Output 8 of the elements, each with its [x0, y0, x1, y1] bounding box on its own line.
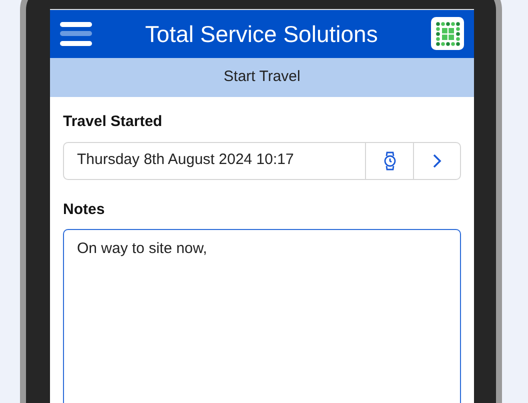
grid-icon[interactable] — [431, 17, 464, 50]
date-field[interactable]: Thursday 8th August 2024 10:17 — [63, 142, 461, 180]
field-label: Travel Started — [63, 112, 164, 132]
field-label: Notes — [63, 200, 106, 220]
page-title: Start Travel — [224, 67, 300, 88]
menu-icon[interactable] — [60, 20, 92, 48]
notes-field[interactable]: On way to site now, — [63, 229, 461, 403]
app-title: Total Service Solutions — [144, 20, 379, 49]
